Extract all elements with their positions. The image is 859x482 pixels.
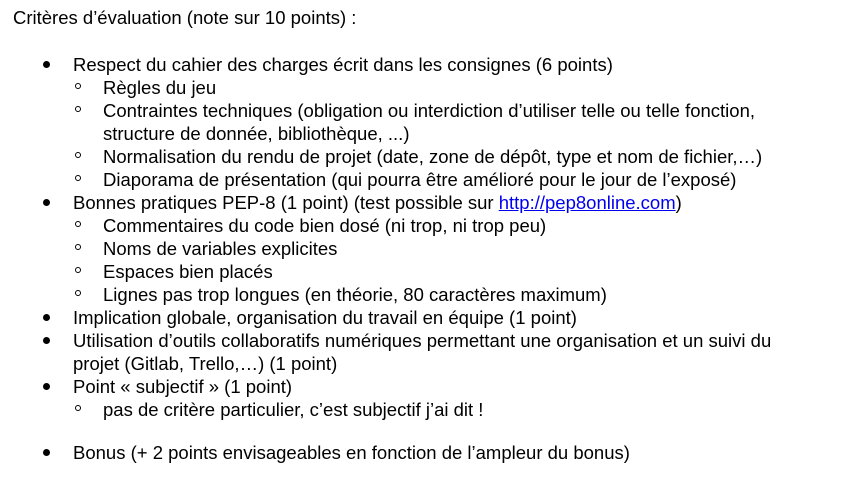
sub-criterion-contraintes-line1: Contraintes techniques (obligation ou in… [103, 100, 755, 121]
criterion-outils-line1: Utilisation d’outils collaboratifs numér… [73, 330, 772, 351]
criterion-pep8: Bonnes pratiques PEP-8 (1 point) (test p… [73, 191, 682, 214]
sub-criterion-lignes: Lignes pas trop longues (en théorie, 80 … [103, 284, 607, 305]
bullet-ring [75, 221, 81, 227]
bullet-ring [75, 267, 81, 273]
sub-criterion-espaces: Espaces bien placés [103, 261, 273, 282]
sub-criterion-diaporama: Diaporama de présentation (qui pourra êt… [103, 169, 737, 190]
document-page: Critères d’évaluation (note sur 10 point… [0, 0, 859, 482]
sub-criterion-normalisation: Normalisation du rendu de projet (date, … [103, 146, 763, 167]
sub-criterion-regles: Règles du jeu [103, 77, 217, 98]
bullet-dot [43, 449, 50, 456]
sub-criterion-pas-de-critere: pas de critère particulier, c’est subjec… [103, 399, 484, 420]
bullet-dot [43, 337, 50, 344]
page-title: Critères d’évaluation (note sur 10 point… [13, 7, 357, 28]
sub-criterion-noms: Noms de variables explicites [103, 238, 338, 259]
bullet-dot [43, 61, 50, 68]
sub-criterion-commentaires: Commentaires du code bien dosé (ni trop,… [103, 215, 547, 236]
pep8-text-end: ) [675, 192, 682, 213]
bullet-ring [75, 290, 81, 296]
bullet-ring [75, 152, 81, 158]
bullet-ring [75, 175, 81, 181]
sub-criterion-contraintes-line2: structure de donnée, bibliothèque, ...) [103, 123, 410, 144]
bullet-dot [43, 199, 50, 206]
bullet-ring [75, 83, 81, 89]
pep8-text: Bonnes pratiques PEP-8 (1 point) (test p… [73, 192, 499, 213]
pep8online-link[interactable]: http://pep8online.com [499, 192, 676, 213]
criterion-subjectif: Point « subjectif » (1 point) [73, 376, 293, 397]
bullet-ring [75, 405, 81, 411]
bullet-ring [75, 244, 81, 250]
criterion-bonus: Bonus (+ 2 points envisageables en fonct… [73, 442, 630, 463]
bullet-dot [43, 314, 50, 321]
bullet-ring [75, 106, 81, 112]
criterion-outils-line2: projet (Gitlab, Trello,…) (1 point) [73, 353, 338, 374]
criterion-respect: Respect du cahier des charges écrit dans… [73, 54, 613, 75]
criterion-implication: Implication globale, organisation du tra… [73, 307, 577, 328]
bullet-dot [43, 383, 50, 390]
